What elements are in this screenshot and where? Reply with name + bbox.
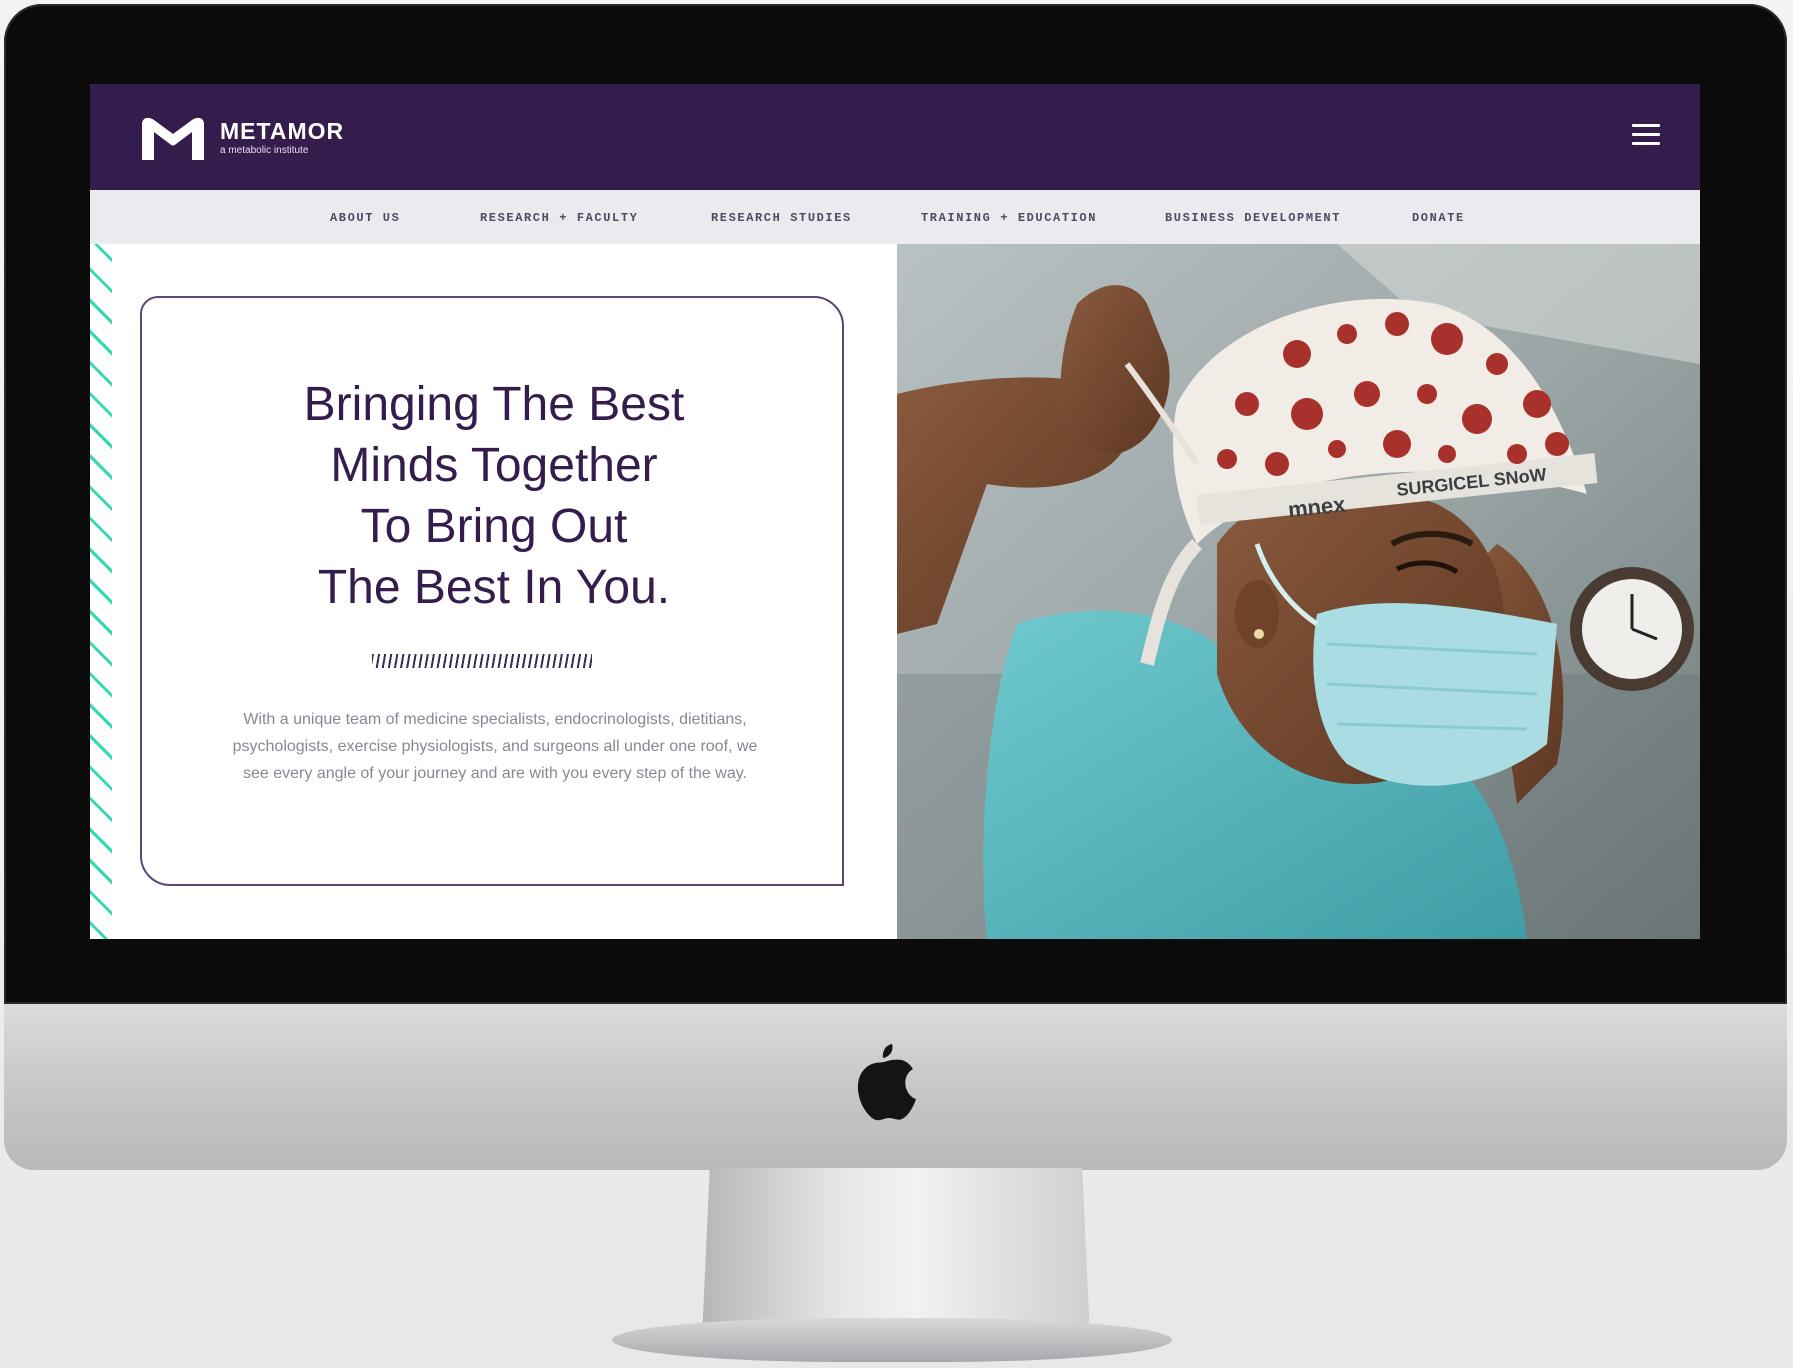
hero-card: Bringing The Best Minds Together To Brin…: [140, 296, 844, 886]
nav-research-faculty[interactable]: RESEARCH + FACULTY: [480, 211, 638, 225]
metamor-m-logo: [142, 117, 204, 160]
hamburger-icon: [1632, 124, 1660, 127]
imac-stand-base: [612, 1318, 1172, 1362]
nav-business-development[interactable]: BUSINESS DEVELOPMENT: [1165, 211, 1341, 225]
hero-photo-surgeon: mnex SURGICEL SNoW: [897, 244, 1700, 939]
hero-left-panel: Bringing The Best Minds Together To Brin…: [90, 244, 897, 939]
nav-research-studies[interactable]: RESEARCH STUDIES: [711, 211, 852, 225]
site-logo[interactable]: METAMOR a metabolic institute: [140, 114, 344, 162]
hamburger-menu-button[interactable]: [1632, 124, 1660, 148]
apple-logo-icon: [857, 1044, 916, 1121]
nav-donate[interactable]: DONATE: [1412, 211, 1465, 225]
hero-body-text: With a unique team of medicine specialis…: [232, 711, 758, 782]
nav-training-education[interactable]: TRAINING + EDUCATION: [921, 211, 1097, 225]
nav-about-us[interactable]: ABOUT US: [330, 211, 400, 225]
hero-title-line: To Bring Out: [360, 500, 628, 553]
surgeon-illustration: mnex SURGICEL SNoW: [897, 244, 1700, 939]
website-screen: METAMOR a metabolic institute ABOUT US R…: [90, 84, 1700, 939]
site-header: METAMOR a metabolic institute: [90, 84, 1700, 190]
imac-stand: [702, 1168, 1090, 1338]
hero-title-line: The Best In You.: [317, 561, 671, 614]
hero-title: Bringing The Best Minds Together To Brin…: [142, 374, 846, 618]
decorative-stripes: [90, 244, 112, 939]
hero-title-line: Bringing The Best: [303, 378, 685, 431]
main-nav: ABOUT US RESEARCH + FACULTY RESEARCH STU…: [90, 190, 1700, 245]
brand-tagline: a metabolic institute: [220, 145, 309, 156]
hero-title-line: Minds Together: [330, 439, 658, 492]
hero-divider: [372, 654, 592, 668]
brand-name: METAMOR: [220, 118, 345, 144]
